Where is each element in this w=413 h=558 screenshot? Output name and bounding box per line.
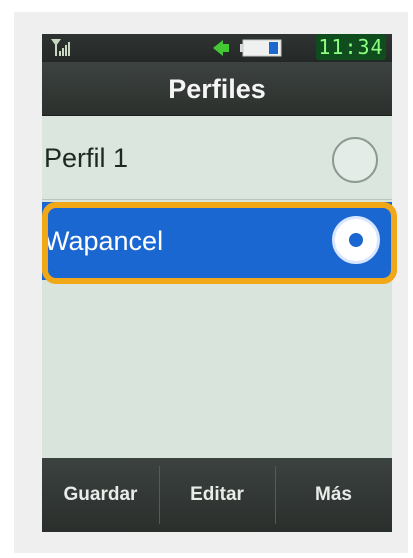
speaker-icon: [213, 40, 229, 56]
more-softkey[interactable]: Más: [275, 458, 392, 532]
radio-selected-icon[interactable]: [332, 216, 380, 264]
clock-time: 11:34: [316, 34, 386, 60]
phone-screen: 11:34 Perfiles Perfil 1 Wapancel Guardar…: [42, 34, 392, 532]
status-bar: 11:34: [42, 34, 392, 62]
photo-frame: 11:34 Perfiles Perfil 1 Wapancel Guardar…: [0, 0, 413, 558]
radio-unselected-icon[interactable]: [332, 137, 378, 183]
signal-bars-icon: [51, 39, 70, 56]
profile-label: Perfil 1: [44, 143, 129, 173]
profile-row-wapancel[interactable]: Wapancel: [42, 202, 392, 280]
profile-label: Wapancel: [44, 226, 164, 256]
profile-list: Perfil 1 Wapancel: [42, 116, 392, 458]
title-bar: Perfiles: [42, 62, 392, 116]
profile-row-perfil-1[interactable]: Perfil 1: [42, 116, 392, 200]
page-title: Perfiles: [168, 74, 266, 104]
edit-softkey[interactable]: Editar: [159, 458, 275, 532]
battery-icon: [240, 39, 282, 57]
radio-dot: [349, 233, 363, 247]
softkey-bar: Guardar Editar Más: [42, 458, 392, 532]
save-softkey[interactable]: Guardar: [42, 458, 159, 532]
